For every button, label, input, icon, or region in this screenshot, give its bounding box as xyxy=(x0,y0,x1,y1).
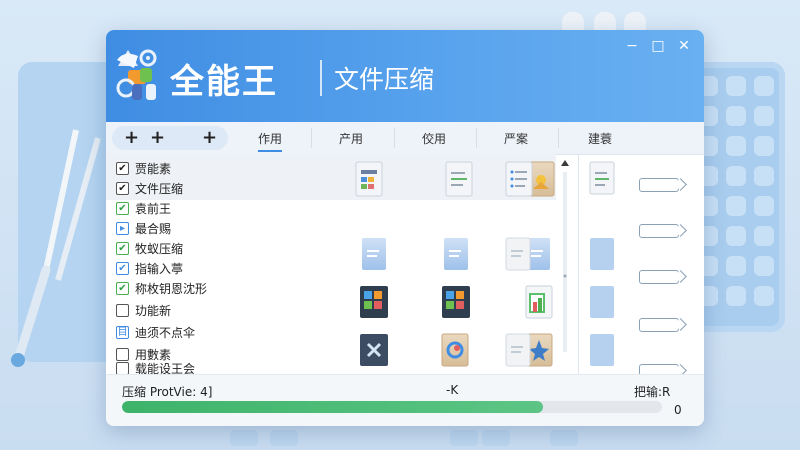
app-logo-icon xyxy=(116,49,157,100)
list-item[interactable]: ✔ 称枚钥恩沈形 xyxy=(116,278,207,298)
list-item[interactable]: ✔ 指输入葶 xyxy=(116,258,183,278)
status-middle-text: -K xyxy=(446,383,459,397)
close-button[interactable]: ✕ xyxy=(674,36,694,56)
tab-3[interactable]: 佼用 xyxy=(422,130,446,147)
list-item[interactable]: 载能设王会 xyxy=(116,362,195,374)
list-file-icon[interactable] xyxy=(505,161,533,197)
tab-divider xyxy=(476,128,477,148)
list-item-label: 载能设王会 xyxy=(135,362,196,374)
list-item[interactable]: 目迪须不点伞 xyxy=(116,322,195,342)
tab-divider xyxy=(394,128,395,148)
progress-fill xyxy=(122,401,544,413)
list-item-label: 指输入葶 xyxy=(135,261,184,276)
checkbox[interactable] xyxy=(116,303,129,317)
tab-1[interactable]: 作用 xyxy=(258,130,283,152)
progress-bar xyxy=(122,401,662,413)
dark-grid-file-icon[interactable] xyxy=(442,286,470,318)
file-icon-column xyxy=(505,161,533,367)
vertical-scrollbar[interactable] xyxy=(559,158,571,372)
status-right-text: 把输:R xyxy=(634,385,671,399)
checkbox[interactable]: ✔ xyxy=(116,261,129,275)
checkbox[interactable]: ▸ xyxy=(116,221,129,235)
list-item-label: 文件压缩 xyxy=(135,181,184,196)
app-brand-title: 全能王 xyxy=(170,62,278,102)
app-window: 全能王 文件压缩 − □ ✕ + + + 作用 产用 佼用 严案 建蓑 ✔ 贾能素… xyxy=(106,30,704,426)
status-left-text: 压缩 ProtVie: 4] xyxy=(122,385,213,399)
tab-divider xyxy=(558,128,559,148)
list-item[interactable]: ✔ 文件压缩 xyxy=(116,178,183,198)
tag-label[interactable] xyxy=(639,224,679,238)
progress-value: 0 xyxy=(674,403,682,417)
scroll-up-arrow-icon[interactable] xyxy=(561,160,569,166)
checkbox[interactable]: ✔ xyxy=(116,161,129,175)
tab-2[interactable]: 产用 xyxy=(339,130,363,147)
list-item-label: 牧蚁压缩 xyxy=(135,241,184,256)
minimize-button[interactable]: − xyxy=(622,36,642,56)
list-item-label: 称枚钥恩沈形 xyxy=(135,281,208,296)
blue-document-icon[interactable] xyxy=(444,238,468,270)
toolbar: + + + 作用 产用 佼用 严案 建蓑 xyxy=(106,122,704,155)
tab-5[interactable]: 建蓑 xyxy=(588,130,612,147)
list-item[interactable]: ✔ 牧蚁压缩 xyxy=(116,238,183,258)
list-item[interactable]: ▸ 最合赐 xyxy=(116,218,171,238)
logo-file-icon[interactable] xyxy=(441,333,469,367)
grey-document-icon[interactable] xyxy=(505,237,531,271)
add-button[interactable]: + xyxy=(124,126,139,150)
background-tray xyxy=(690,62,785,332)
blue-document-icon[interactable] xyxy=(590,286,614,318)
tab-4[interactable]: 严案 xyxy=(504,130,528,147)
list-item[interactable]: 玏能新 xyxy=(116,300,171,320)
blue-document-icon[interactable] xyxy=(362,238,386,270)
checkbox[interactable] xyxy=(116,347,129,361)
add-buttons-group: + + + xyxy=(112,126,228,150)
checkbox[interactable]: ✔ xyxy=(116,181,129,195)
background-scissors xyxy=(11,129,101,367)
list-item[interactable]: 用數素 xyxy=(116,344,171,364)
background-keyboard xyxy=(230,428,650,450)
checkbox[interactable] xyxy=(116,362,129,374)
blue-document-icon[interactable] xyxy=(590,334,614,366)
list-item-label: 贾能素 xyxy=(135,161,172,176)
document-file-icon[interactable] xyxy=(589,161,615,195)
list-item[interactable]: ✔ 袁前王 xyxy=(116,198,171,218)
tag-label[interactable] xyxy=(639,178,679,192)
grey-document-icon[interactable] xyxy=(505,333,531,367)
tag-label[interactable] xyxy=(639,270,679,284)
spreadsheet-file-icon[interactable] xyxy=(355,161,383,197)
checkbox[interactable]: ✔ xyxy=(116,281,129,295)
list-item-label: 玏能新 xyxy=(135,303,172,318)
list-item-label: 迪须不点伞 xyxy=(135,325,196,340)
title-separator xyxy=(320,60,322,96)
list-item-label: 最合赐 xyxy=(135,221,172,236)
checkbox[interactable]: ✔ xyxy=(116,201,129,215)
dark-grid-file-icon[interactable] xyxy=(360,286,388,318)
checkbox[interactable]: 目 xyxy=(116,325,129,339)
tab-divider xyxy=(311,128,312,148)
list-item[interactable]: ✔ 贾能素 xyxy=(116,158,171,178)
blue-document-icon[interactable] xyxy=(590,238,614,270)
add-button[interactable]: + xyxy=(202,126,217,150)
maximize-button[interactable]: □ xyxy=(648,36,668,56)
add-button[interactable]: + xyxy=(150,126,165,150)
status-bar: 压缩 ProtVie: 4] -K 把输:R 0 xyxy=(106,374,704,426)
document-file-icon[interactable] xyxy=(445,161,473,197)
checkbox[interactable]: ✔ xyxy=(116,241,129,255)
list-item-label: 用數素 xyxy=(135,347,172,362)
app-subtitle: 文件压缩 xyxy=(334,65,435,94)
close-file-icon[interactable] xyxy=(360,334,388,366)
file-list: ✔ 贾能素 ✔ 文件压缩 ✔ 袁前王 ▸ 最合赐 ✔ 牧蚁压缩 ✔ 指输入葶 ✔ 称枚钥恩沈形… xyxy=(106,154,246,374)
list-item-label: 袁前王 xyxy=(135,201,172,216)
tag-label[interactable] xyxy=(639,318,679,332)
title-bar[interactable]: 全能王 文件压缩 − □ ✕ xyxy=(106,30,704,122)
